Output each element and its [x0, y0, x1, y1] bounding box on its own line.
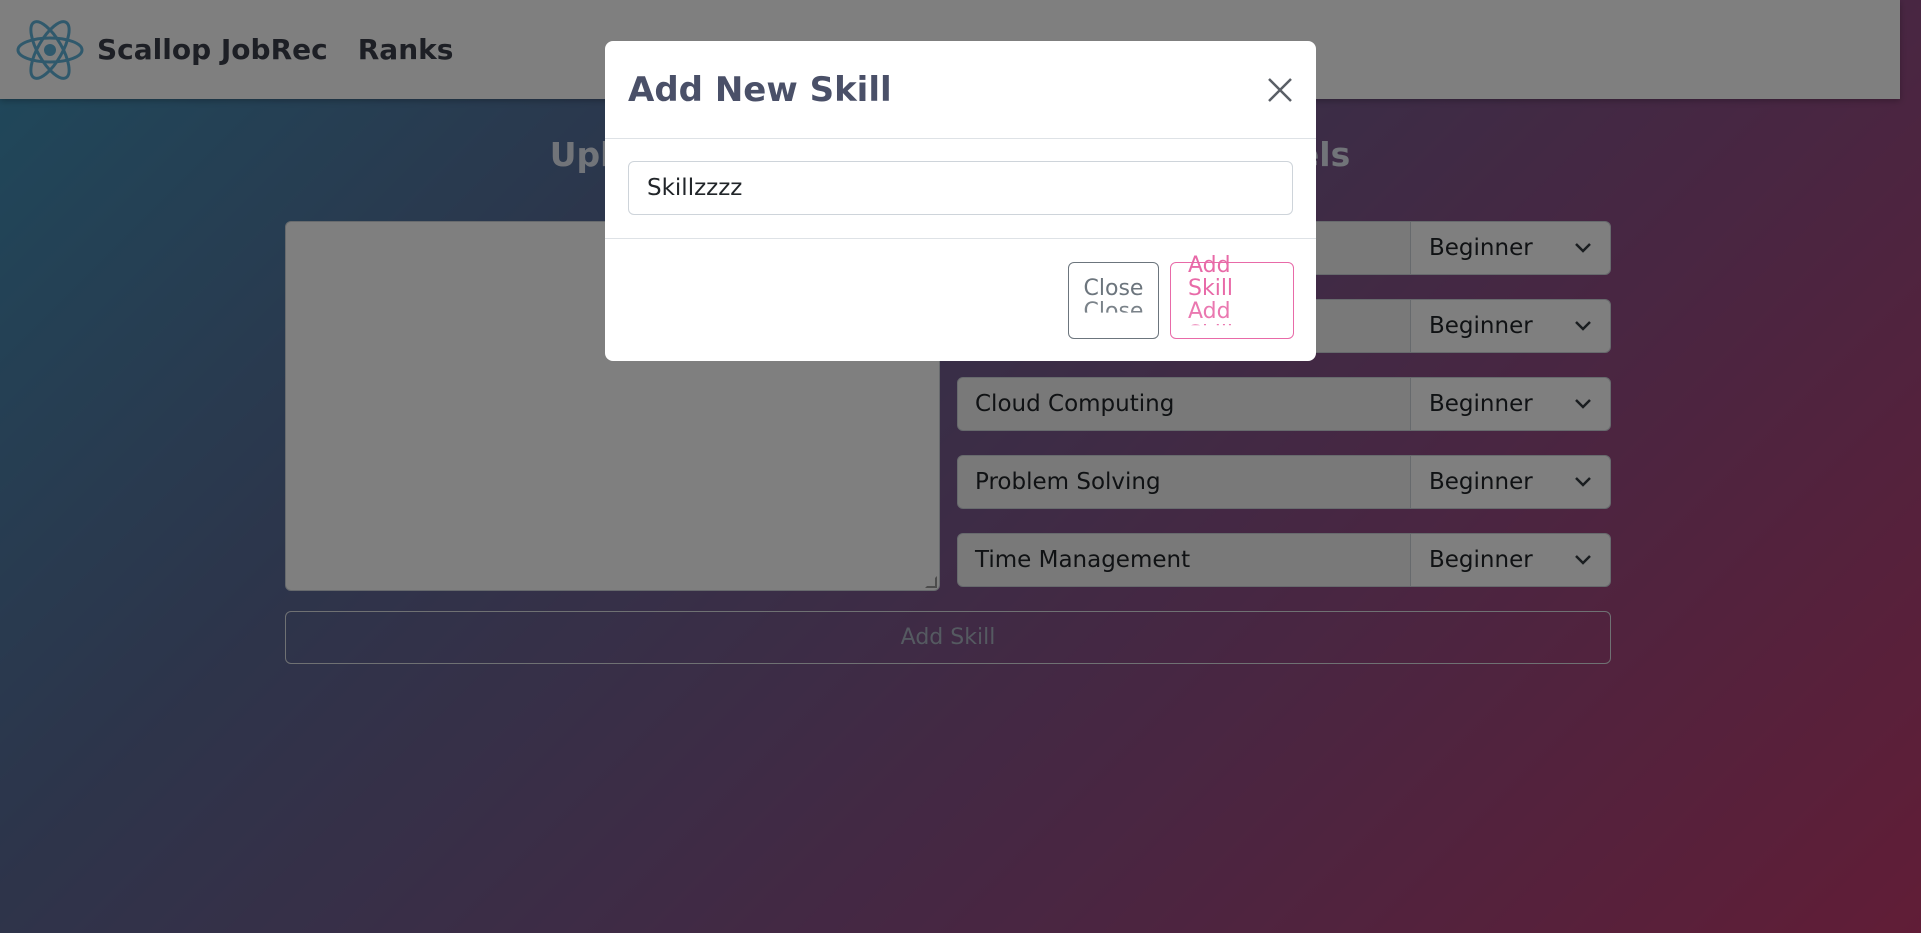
modal-title: Add New Skill: [628, 69, 892, 110]
add-skill-confirm-button[interactable]: Add Skill Add Skill: [1170, 254, 1294, 339]
close-button-label: Close: [1083, 276, 1144, 301]
modal-body: [605, 139, 1316, 239]
add-skill-button-label: Add Skill: [1188, 253, 1234, 301]
skill-name-input[interactable]: [628, 161, 1293, 215]
close-icon[interactable]: [1266, 76, 1294, 104]
add-skill-button-label-echo: Add Skill: [1188, 299, 1234, 347]
modal-footer: Close Close Add Skill Add Skill: [605, 239, 1316, 361]
add-skill-modal: Add New Skill Close Close Add Skill Add …: [605, 41, 1316, 361]
modal-header: Add New Skill: [605, 41, 1316, 139]
close-button[interactable]: Close Close: [1068, 261, 1159, 339]
close-button-label-echo: Close: [1083, 299, 1144, 324]
